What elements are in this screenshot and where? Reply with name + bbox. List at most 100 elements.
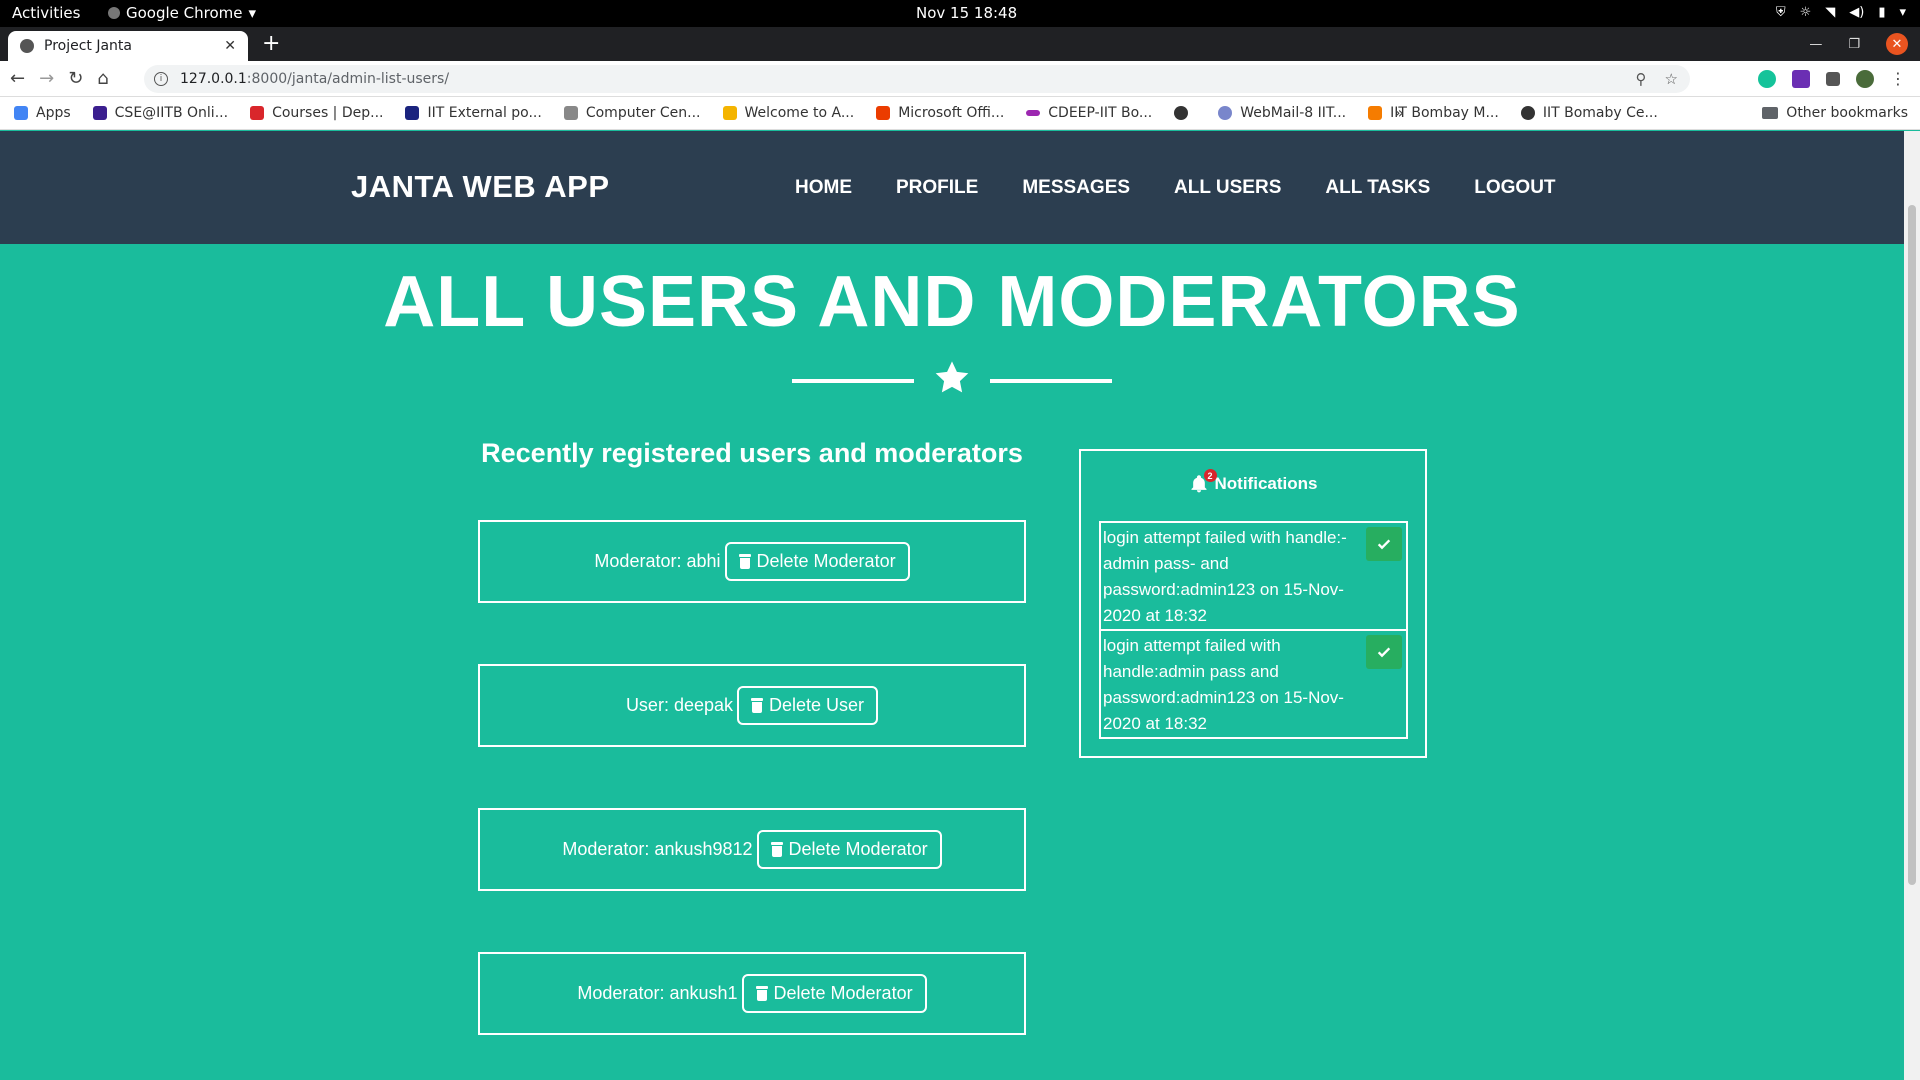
reload-icon[interactable]: ↻: [68, 68, 83, 89]
mark-read-button[interactable]: [1366, 635, 1402, 669]
chevron-down-icon: ▾: [248, 4, 257, 22]
clock[interactable]: Nov 15 18:48: [916, 4, 1017, 22]
toolbar: ← → ↻ ⌂ i 127.0.0.1:8000/janta/admin-lis…: [0, 61, 1920, 97]
bookmark-item[interactable]: Microsoft Offi...: [876, 105, 1004, 121]
tab-project-janta[interactable]: Project Janta ✕: [8, 31, 248, 61]
bookmark-item[interactable]: IIT External po...: [405, 105, 542, 121]
notification-text: login attempt failed with handle:-admin …: [1103, 528, 1347, 625]
trash-icon: [755, 986, 768, 1001]
bookmark-item[interactable]: IIT Bomaby Ce...: [1520, 105, 1658, 121]
user-card: User: deepak Delete User: [478, 664, 1026, 747]
shield-icon: ⛨: [1775, 5, 1786, 20]
bookmark-item[interactable]: IIT Bombay M...: [1368, 105, 1499, 121]
trash-icon: [738, 554, 751, 569]
bookmark-label: Apps: [36, 105, 71, 121]
mark-read-button[interactable]: [1366, 527, 1402, 561]
bookmark-item[interactable]: Welcome to A...: [722, 105, 854, 121]
globe-icon: [1520, 106, 1535, 120]
bookmark-item[interactable]: Computer Cen...: [563, 105, 701, 121]
page-content: JANTA WEB APP HOME PROFILE MESSAGES ALL …: [0, 131, 1904, 1080]
bookmark-star-icon[interactable]: ☆: [1665, 70, 1678, 88]
bookmark-item[interactable]: WebMail-8 IIT...: [1218, 105, 1346, 121]
os-top-bar: Activities Google Chrome ▾ Nov 15 18:48 …: [0, 0, 1920, 27]
delete-moderator-button[interactable]: Delete Moderator: [741, 974, 927, 1013]
minimize-icon[interactable]: —: [1809, 37, 1822, 52]
battery-icon: ▮: [1878, 5, 1886, 20]
activities-button[interactable]: Activities: [12, 4, 80, 22]
grammarly-icon[interactable]: [1758, 69, 1776, 88]
trash-icon: [770, 842, 783, 857]
other-bookmarks[interactable]: Other bookmarks: [1762, 105, 1908, 121]
nav-home[interactable]: HOME: [795, 177, 852, 199]
page-scrollbar[interactable]: [1904, 131, 1920, 1080]
scrollbar-thumb[interactable]: [1908, 205, 1916, 885]
tab-strip: Project Janta ✕ + — ❐ ✕: [0, 27, 1920, 61]
bookmark-label: Microsoft Offi...: [898, 105, 1005, 121]
more-bookmarks-button[interactable]: »: [1394, 103, 1404, 122]
close-tab-icon[interactable]: ✕: [224, 38, 236, 54]
delete-moderator-button[interactable]: Delete Moderator: [724, 542, 910, 581]
bookmark-label: CDEEP-IIT Bo...: [1048, 105, 1153, 121]
kebab-menu-icon[interactable]: ⋮: [1890, 69, 1906, 88]
close-window-icon[interactable]: ✕: [1886, 33, 1908, 55]
bookmark-favicon-icon: [250, 106, 265, 120]
office-icon: [876, 106, 891, 120]
bookmark-apps[interactable]: Apps: [14, 105, 71, 121]
nav-messages[interactable]: MESSAGES: [1022, 177, 1130, 199]
bookmark-item[interactable]: Courses | Dep...: [250, 105, 383, 121]
puzzle-icon[interactable]: [1826, 71, 1840, 86]
system-tray[interactable]: ⛨ ☼ ◥ ◀) ▮ ▾: [1776, 5, 1906, 20]
bookmark-label: Courses | Dep...: [272, 105, 384, 121]
notifications-title: Notifications: [1214, 474, 1318, 493]
bookmark-label: CSE@IITB Onli...: [114, 105, 229, 121]
delete-user-button[interactable]: Delete User: [737, 686, 879, 725]
folder-icon: [1762, 107, 1779, 119]
apps-grid-icon: [14, 106, 28, 120]
extensions-area: ⋮: [1758, 69, 1906, 88]
bell-icon[interactable]: 2: [1189, 469, 1217, 495]
tab-title: Project Janta: [44, 38, 132, 54]
notifications-panel: 2 Notifications login attempt failed wit…: [1079, 449, 1427, 758]
bookmark-item[interactable]: CSE@IITB Onli...: [92, 105, 229, 121]
restore-icon[interactable]: ❐: [1848, 37, 1860, 52]
bookmarks-bar: Apps CSE@IITB Onli... Courses | Dep... I…: [0, 97, 1920, 130]
delete-button-label: Delete Moderator: [773, 983, 913, 1003]
globe-icon: [20, 39, 34, 53]
bookmark-item[interactable]: CDEEP-IIT Bo...: [1026, 105, 1152, 121]
notification-item: login attempt failed with handle:-admin …: [1099, 521, 1408, 631]
new-tab-button[interactable]: +: [262, 31, 280, 56]
app-menu-label: Google Chrome: [126, 4, 243, 22]
user-label: User: deepak: [625, 695, 733, 715]
user-label: Moderator: ankush1: [577, 983, 738, 1003]
wifi-icon: ◥: [1825, 5, 1836, 20]
user-label: Moderator: abhi: [594, 551, 721, 571]
site-brand[interactable]: JANTA WEB APP: [351, 169, 610, 205]
trash-icon: [751, 698, 763, 713]
forward-icon[interactable]: →: [39, 68, 54, 89]
avatar[interactable]: [1856, 69, 1874, 88]
divider-line: [792, 379, 914, 383]
notifications-header: 2 Notifications: [1081, 469, 1425, 495]
nav-links: HOME PROFILE MESSAGES ALL USERS ALL TASK…: [795, 177, 1556, 199]
address-bar[interactable]: i 127.0.0.1:8000/janta/admin-list-users/…: [144, 65, 1690, 93]
notification-item: login attempt failed with handle:admin p…: [1099, 629, 1408, 739]
bookmark-label: IIT Bombay M...: [1390, 105, 1499, 121]
bookmark-item[interactable]: [1174, 106, 1196, 120]
extension-screen-icon[interactable]: [1792, 69, 1810, 88]
nav-logout[interactable]: LOGOUT: [1474, 177, 1555, 199]
zoom-icon[interactable]: ⚲: [1636, 70, 1647, 88]
home-icon[interactable]: ⌂: [97, 68, 108, 89]
back-icon[interactable]: ←: [10, 68, 25, 89]
delete-moderator-button[interactable]: Delete Moderator: [756, 830, 942, 869]
delete-button-label: Delete Moderator: [788, 839, 928, 859]
chevron-down-icon: ▾: [1899, 5, 1906, 20]
star-icon: [935, 361, 969, 393]
notification-count-badge: 2: [1203, 469, 1217, 482]
info-icon[interactable]: i: [154, 72, 168, 86]
nav-all-tasks[interactable]: ALL TASKS: [1325, 177, 1430, 199]
app-menu[interactable]: Google Chrome ▾: [108, 4, 256, 22]
nav-buttons: ← → ↻ ⌂: [10, 68, 109, 89]
bookmark-favicon-icon: [722, 106, 737, 120]
nav-profile[interactable]: PROFILE: [896, 177, 978, 199]
nav-all-users[interactable]: ALL USERS: [1174, 177, 1281, 199]
